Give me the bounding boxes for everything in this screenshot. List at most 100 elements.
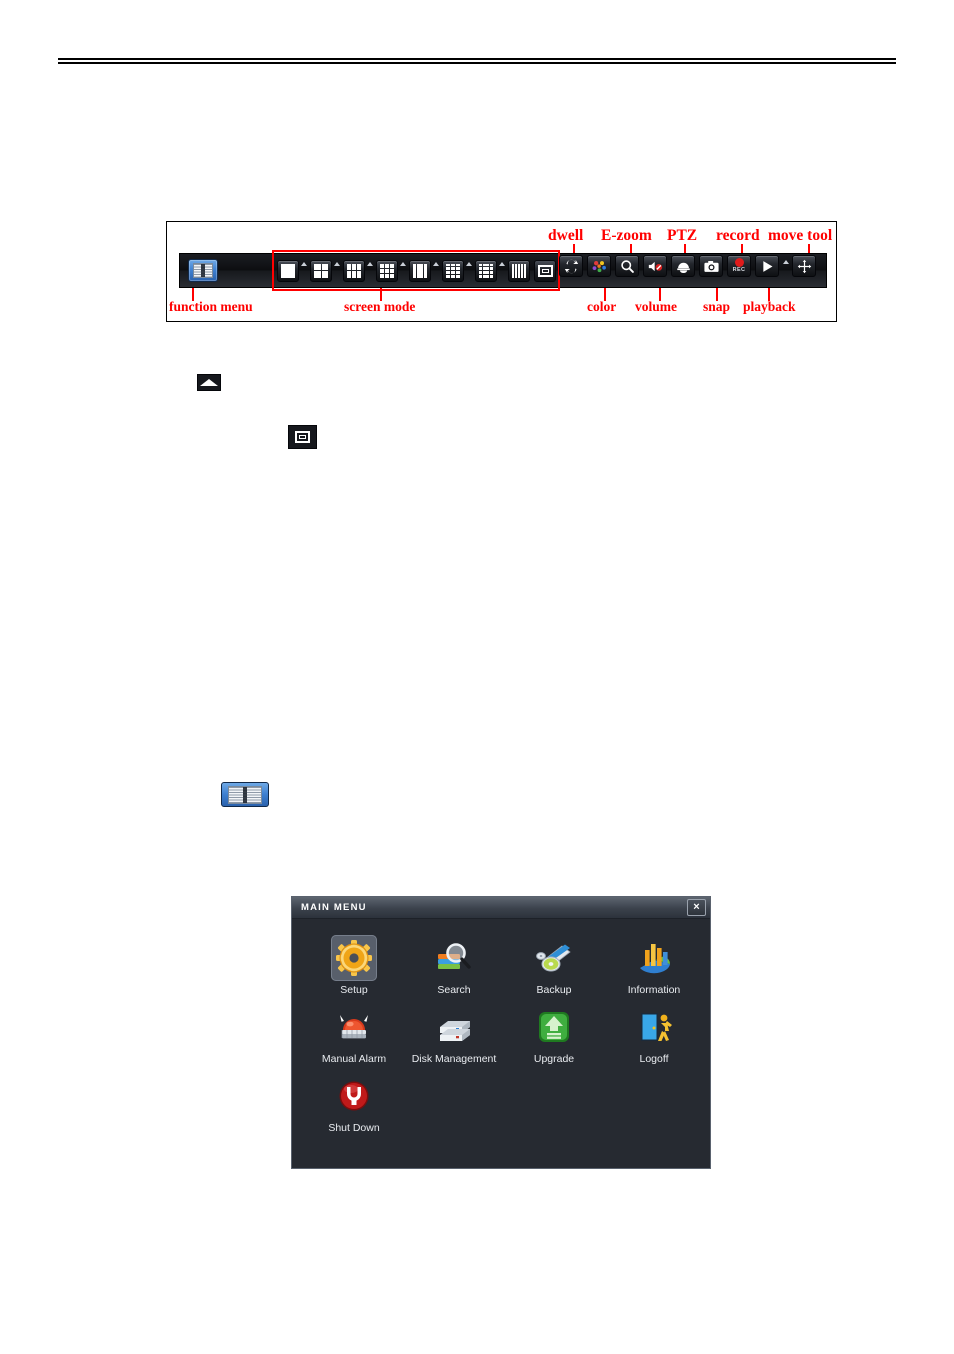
- grid-tile: [479, 274, 482, 278]
- main-menu-title: MAIN MENU: [301, 902, 367, 913]
- screen-mode-cell: [376, 259, 407, 282]
- caret-up-icon[interactable]: [334, 261, 340, 266]
- screen-mode-cell: [310, 259, 341, 282]
- grid-tile: [523, 263, 526, 266]
- grid-tile: [514, 275, 518, 278]
- grid-tile: [517, 275, 521, 278]
- grid-tile: [517, 269, 521, 272]
- tool-cell: [641, 255, 669, 277]
- grid-tile: [520, 263, 524, 266]
- function-menu-button[interactable]: [188, 259, 218, 282]
- grid-tile: [390, 273, 394, 278]
- close-icon[interactable]: ×: [687, 899, 706, 916]
- snap-button[interactable]: [699, 255, 723, 277]
- screen-mode-1-split-button[interactable]: [277, 259, 299, 282]
- main-menu-item-information[interactable]: Information: [604, 929, 704, 996]
- grid-tile: [416, 273, 420, 278]
- grid-tile: [486, 267, 490, 271]
- screen-mode-8-split-button[interactable]: [376, 259, 398, 282]
- grid-tile: [385, 273, 389, 278]
- grid-tile: [520, 275, 524, 278]
- tool-cell: [669, 255, 697, 277]
- screen-mode-cell: [508, 259, 530, 282]
- rec-icon: REC: [733, 258, 746, 274]
- ptz-dome-icon: [675, 259, 692, 274]
- screen-mode-group: [272, 250, 560, 291]
- main-menu-item-shut-down[interactable]: Shut Down: [304, 1067, 404, 1134]
- main-menu-item-search[interactable]: Search: [404, 929, 504, 996]
- main-menu-item-disk-management[interactable]: Disk Management: [404, 998, 504, 1065]
- pip-button[interactable]: [534, 259, 556, 282]
- caret-up-icon[interactable]: [367, 261, 373, 266]
- screen-mode-cell: [277, 259, 308, 282]
- color-button[interactable]: [587, 255, 611, 277]
- main-menu-item-label: Upgrade: [533, 1053, 575, 1065]
- volume-button[interactable]: [643, 255, 667, 277]
- callout-label-dwell: dwell: [548, 227, 584, 244]
- grid-tile: [456, 263, 460, 267]
- grid-tile: [420, 268, 424, 273]
- grid-tile: [380, 263, 384, 268]
- move-tool-button[interactable]: [792, 255, 816, 277]
- grid-tile: [446, 274, 450, 278]
- grid-25-split-icon: [512, 263, 526, 278]
- caret-up-icon[interactable]: [499, 261, 505, 266]
- caret-up-icon[interactable]: [400, 261, 406, 266]
- grid-tile: [520, 266, 524, 269]
- playback-button[interactable]: [755, 255, 779, 277]
- dwell-button[interactable]: [559, 255, 583, 277]
- grid-tile: [347, 263, 351, 270]
- function-menu-icon-inline[interactable]: [221, 782, 269, 807]
- grid-tile: [347, 271, 351, 278]
- e-zoom-button[interactable]: [615, 255, 639, 277]
- main-menu-item-setup[interactable]: Setup: [304, 929, 404, 996]
- collapse-arrow-icon[interactable]: [197, 374, 221, 391]
- alarm-light-icon: [331, 1004, 377, 1050]
- screen-mode-cell: [409, 259, 440, 282]
- grid-tile: [390, 263, 394, 268]
- grid-tile: [479, 270, 482, 274]
- grid-tile: [482, 267, 486, 271]
- grid-tile: [451, 274, 455, 278]
- caret-up-icon[interactable]: [783, 260, 789, 264]
- grid-tile: [446, 267, 450, 270]
- pip-inner-frame: [541, 268, 549, 273]
- grid-tile: [520, 272, 524, 275]
- main-menu-item-logoff[interactable]: Logoff: [604, 998, 704, 1065]
- screen-mode-cell: [442, 259, 473, 282]
- screen-mode-16-split-button[interactable]: [475, 259, 497, 282]
- grid-tile: [446, 263, 450, 267]
- main-menu-item-label: Disk Management: [411, 1053, 497, 1065]
- record-button[interactable]: REC: [727, 255, 751, 277]
- tool-cell: [585, 255, 613, 277]
- color-palette-icon: [591, 259, 608, 274]
- screen-mode-12-split-button[interactable]: [442, 259, 464, 282]
- screen-mode-6-split-button[interactable]: [343, 259, 365, 282]
- grid-tile: [514, 272, 518, 275]
- grid-tile: [486, 274, 490, 278]
- screen-mode-4-split-button[interactable]: [310, 259, 332, 282]
- screen-mode-25-split-button[interactable]: [508, 259, 530, 282]
- grid-tile: [512, 275, 515, 278]
- caret-up-icon[interactable]: [433, 261, 439, 266]
- ptz-button[interactable]: [671, 255, 695, 277]
- search-books-icon: [431, 935, 477, 981]
- grid-tile: [420, 273, 424, 278]
- main-menu-item-backup[interactable]: Backup: [504, 929, 604, 996]
- callout-label-snap: snap: [703, 298, 731, 314]
- main-menu-item-manual-alarm[interactable]: Manual Alarm: [304, 998, 404, 1065]
- grid-9-split-icon: [413, 263, 427, 278]
- pip-outer-frame: [295, 431, 310, 443]
- grid-tile: [321, 271, 328, 278]
- caret-up-icon[interactable]: [301, 261, 307, 266]
- grid-tile: [482, 263, 486, 267]
- main-menu-item-upgrade[interactable]: Upgrade: [504, 998, 604, 1065]
- tool-cell: [790, 255, 818, 277]
- screen-mode-cell: [475, 259, 506, 282]
- upload-arrow-icon: [531, 1004, 577, 1050]
- screen-mode-9-split-button[interactable]: [409, 259, 431, 282]
- grid-tile: [523, 275, 526, 278]
- pip-icon[interactable]: [288, 425, 317, 449]
- grid-tile: [517, 266, 521, 269]
- caret-up-icon[interactable]: [466, 261, 472, 266]
